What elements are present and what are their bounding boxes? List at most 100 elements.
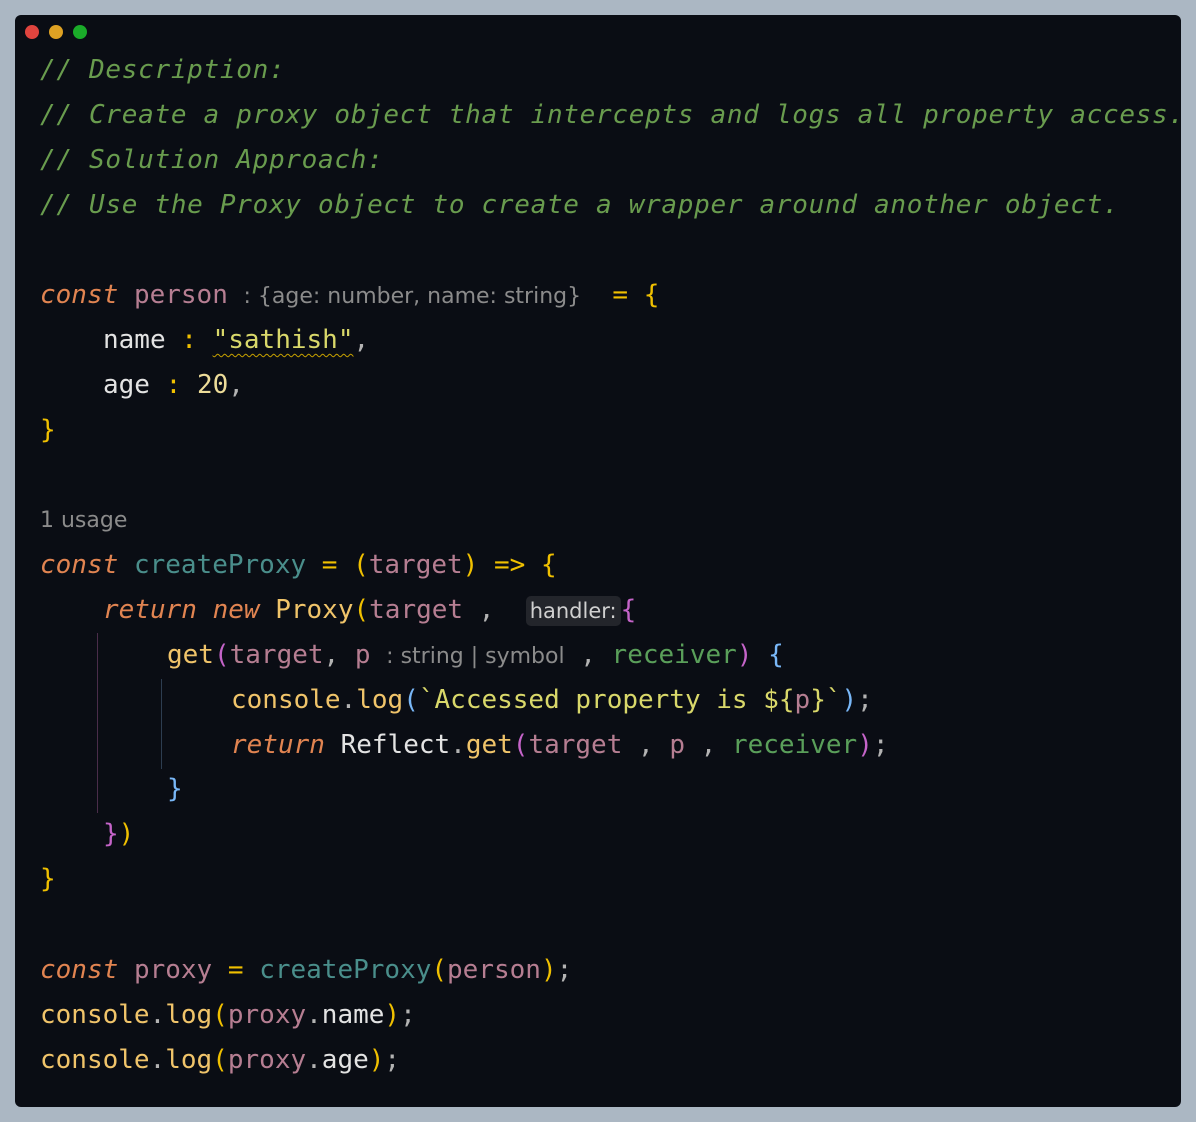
code-line-console-log-template: console.log(`Accessed property is ${p}`)… <box>231 680 873 720</box>
minimize-dot[interactable] <box>49 25 63 39</box>
dot: . <box>306 1000 322 1030</box>
keyword-return: return <box>103 595 197 625</box>
code-window: // Description: // Create a proxy object… <box>15 15 1181 1107</box>
code-line-log-age: console.log(proxy.age); <box>40 1040 400 1080</box>
target-param: target <box>229 640 324 670</box>
get-close-brace: } <box>167 774 183 804</box>
reflect-object: Reflect <box>340 730 451 760</box>
person-close-brace: } <box>40 415 56 445</box>
console-object: console <box>40 1045 150 1075</box>
equals-sign: = <box>227 955 244 985</box>
paren-close: ) <box>736 640 753 670</box>
usage-hint[interactable]: 1 usage <box>40 501 127 541</box>
semicolon: ; <box>857 685 873 715</box>
createproxy-close-brace: } <box>40 864 56 894</box>
brace-open: { <box>540 550 557 580</box>
comment-line-3: // Solution Approach: <box>40 145 384 175</box>
paren-close: ) <box>118 819 135 849</box>
reflect-get-method: get <box>465 730 513 760</box>
paren-close: ) <box>841 685 858 715</box>
code-line-person-decl: const person : {age: number, name: strin… <box>40 275 659 315</box>
code-line-age-prop: age : 20, <box>103 365 244 405</box>
keyword-const: const <box>40 955 119 985</box>
createproxy-call: createProxy <box>259 955 432 985</box>
console-object: console <box>40 1000 150 1030</box>
keyword-new: new <box>212 595 260 625</box>
semicolon: ; <box>400 1000 416 1030</box>
dot: . <box>149 1000 166 1030</box>
age-colon: : <box>165 370 182 400</box>
comment-line-1: // Description: <box>40 55 286 85</box>
close-dot[interactable] <box>25 25 39 39</box>
code-line-return-reflect: return Reflect.get(target , p , receiver… <box>231 725 889 765</box>
age-value-number: 20 <box>196 370 229 400</box>
assign-open: = { <box>612 280 660 310</box>
paren-open: ( <box>512 730 529 760</box>
log-method: log <box>356 685 404 715</box>
arrow-token: => <box>493 550 526 580</box>
comment-line-2: // Create a proxy object that intercepts… <box>40 100 1181 130</box>
handler-brace-close: } <box>103 819 119 849</box>
name-access: name <box>321 1000 385 1030</box>
proxy-ref: proxy <box>227 1045 307 1075</box>
comma: , <box>323 640 340 670</box>
handler-param-hint: handler: <box>525 596 621 626</box>
console-object: console <box>231 685 341 715</box>
paren-close: ) <box>368 1045 385 1075</box>
keyword-const: const <box>40 550 119 580</box>
code-line-handler-close: }) <box>103 814 134 854</box>
proxy-ref: proxy <box>227 1000 307 1030</box>
code-line-createproxy-decl: const createProxy = (target) => { <box>40 545 557 585</box>
paren-open: ( <box>353 550 369 580</box>
age-access: age <box>321 1045 369 1075</box>
proxy-identifier: proxy <box>133 955 213 985</box>
receiver-arg: receiver <box>731 730 858 760</box>
semicolon: ; <box>384 1045 401 1075</box>
log-method: log <box>165 1000 213 1030</box>
p-interpolation: p <box>794 685 811 715</box>
paren-open: ( <box>403 685 419 715</box>
paren-close: ) <box>857 730 873 760</box>
receiver-param: receiver <box>611 640 737 670</box>
createproxy-identifier: createProxy <box>133 550 307 580</box>
proxy-class: Proxy <box>275 595 354 625</box>
person-type-hint: : {age: number, name: string} <box>243 284 582 309</box>
comma: , <box>700 730 717 760</box>
template-string: `Accessed property is ${ <box>418 685 795 715</box>
p-type-hint: : string | symbol <box>386 644 565 669</box>
paren-open: ( <box>213 640 230 670</box>
paren-close: ) <box>384 1000 401 1030</box>
handler-brace-open: { <box>620 595 637 625</box>
target-param: target <box>368 550 463 580</box>
name-colon: : <box>181 325 197 355</box>
semicolon: ; <box>872 730 889 760</box>
age-comma: , <box>228 370 244 400</box>
dot: . <box>340 685 357 715</box>
comma: , <box>580 640 596 670</box>
paren-open: ( <box>212 1000 228 1030</box>
template-end: }` <box>810 685 842 715</box>
person-arg: person <box>447 955 541 985</box>
paren-open: ( <box>431 955 448 985</box>
paren-close: ) <box>540 955 557 985</box>
code-line-get-method: get(target, p : string | symbol , receiv… <box>167 635 784 675</box>
code-line-name-prop: name : "sathish", <box>103 320 369 360</box>
target-arg: target <box>528 730 623 760</box>
comment-line-4: // Use the Proxy object to create a wrap… <box>40 190 1120 220</box>
dot: . <box>149 1045 166 1075</box>
comma: , <box>638 730 654 760</box>
semicolon: ; <box>556 955 573 985</box>
get-method-name: get <box>167 640 214 670</box>
keyword-const: const <box>40 280 119 310</box>
indent-guide-get <box>161 679 162 769</box>
code-line-return-proxy: return new Proxy(target , handler:{ <box>103 590 636 630</box>
paren-open: ( <box>353 595 370 625</box>
log-method: log <box>165 1045 213 1075</box>
maximize-dot[interactable] <box>73 25 87 39</box>
name-value-string: "sathish" <box>212 325 354 355</box>
paren-close: ) <box>462 550 479 580</box>
get-brace-open: { <box>768 640 784 670</box>
dot: . <box>450 730 466 760</box>
equals-sign: = <box>321 550 338 580</box>
dot: . <box>306 1045 322 1075</box>
